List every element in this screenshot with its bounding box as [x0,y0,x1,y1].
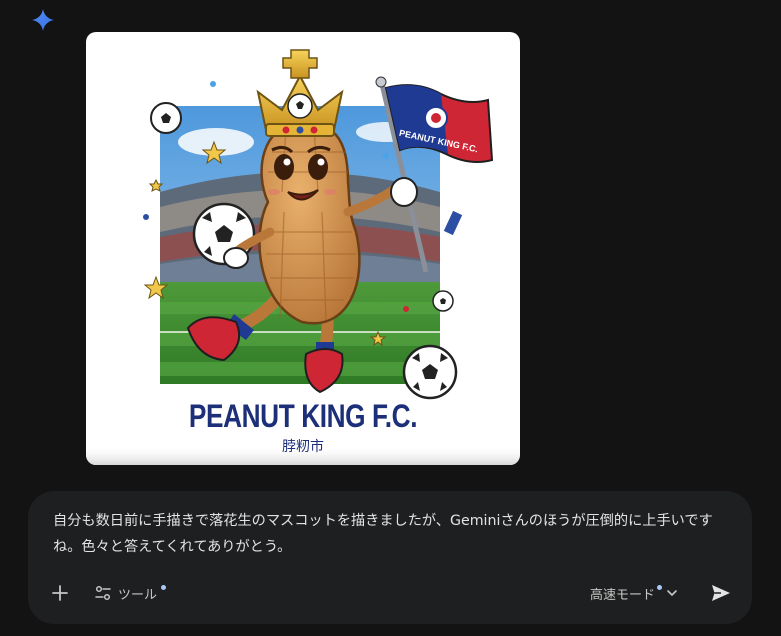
prompt-input-panel: 自分も数日前に手描きで落花生のマスコットを描きましたが、Geminiさんのほうが… [28,491,752,624]
mode-label: 高速モード [590,587,656,603]
crown-icon [256,49,344,137]
tools-indicator-dot [161,584,167,590]
gemini-spark-icon [31,8,55,32]
chat-page: PEANUT KING F.C. PEANUT KING F.C. 脖籾市 自分… [0,0,781,636]
tools-label: ツール [118,587,158,603]
mode-selector[interactable]: 高速モード [590,579,678,607]
add-button[interactable] [46,579,74,607]
send-button[interactable] [707,579,735,607]
chevron-down-icon [667,590,677,596]
sliders-icon [95,585,111,601]
mode-indicator-dot [657,584,663,590]
prompt-input[interactable]: 自分も数日前に手描きで落花生のマスコットを描きましたが、Geminiさんのほうが… [53,508,733,560]
plus-icon [52,585,68,601]
generated-mascot-image[interactable]: PEANUT KING F.C. PEANUT KING F.C. 脖籾市 [86,32,520,465]
tools-button[interactable]: ツール [94,579,167,607]
send-icon [712,585,730,601]
mascot-title: PEANUT KING F.C. [188,398,418,434]
mascot-subtitle: 脖籾市 [282,439,324,455]
